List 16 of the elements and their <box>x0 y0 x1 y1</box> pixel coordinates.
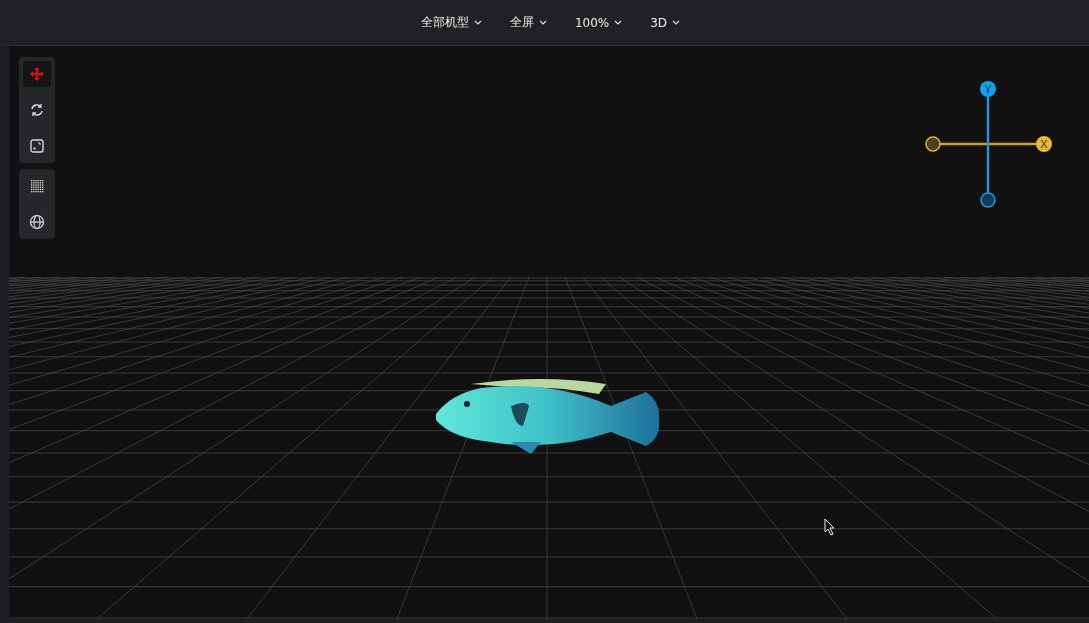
dropdown-button[interactable]: 全部机型 <box>420 12 482 33</box>
axis-gizmo-drawing: Y X <box>924 79 1054 209</box>
scale-icon <box>29 138 45 154</box>
caret-icon <box>538 20 547 25</box>
dropdown-button[interactable]: 3D <box>650 13 681 32</box>
dropdown-button[interactable]: 全屏 <box>509 12 547 33</box>
move-tool-button[interactable] <box>23 61 51 87</box>
caret-icon <box>473 20 482 25</box>
cursor-icon <box>824 518 836 536</box>
caret-icon <box>672 20 681 25</box>
dropdown-button[interactable]: 100% <box>574 13 623 32</box>
rotate-icon <box>29 102 45 118</box>
four-arrows-icon <box>29 66 45 82</box>
caret-icon <box>614 20 623 25</box>
globe-icon <box>29 214 45 230</box>
dotted-grid-icon <box>29 178 45 194</box>
